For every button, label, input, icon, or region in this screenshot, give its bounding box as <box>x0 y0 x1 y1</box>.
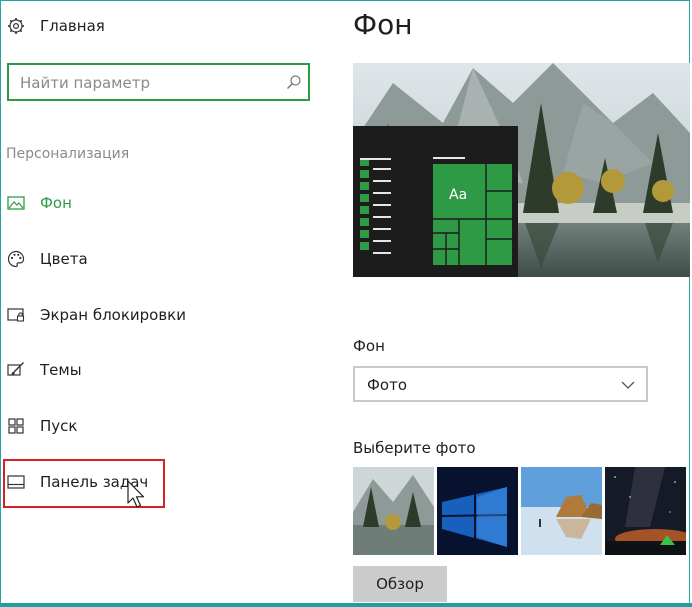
sidebar-item-colors[interactable]: Цвета <box>6 246 88 272</box>
gear-icon <box>6 16 26 36</box>
main-content: Фон Aa Фон Фото Выберите фото Обзор <box>353 0 692 607</box>
sidebar-item-label: Фон <box>40 194 72 212</box>
chevron-down-icon <box>620 377 636 396</box>
background-label: Фон <box>353 337 385 355</box>
picture-icon <box>6 193 26 213</box>
sidebar: Главная Персонализация Фон <box>0 0 330 607</box>
window-bottom-border <box>0 603 692 607</box>
start-grid-icon <box>6 416 26 436</box>
choose-photo-label: Выберите фото <box>353 439 476 457</box>
search-icon[interactable] <box>286 74 302 90</box>
browse-button[interactable]: Обзор <box>353 566 447 602</box>
sidebar-item-lock-screen[interactable]: Экран блокировки <box>6 302 186 328</box>
photo-thumbnail[interactable] <box>521 467 602 555</box>
photo-thumbnail[interactable] <box>605 467 686 555</box>
sidebar-item-label: Цвета <box>40 250 88 268</box>
preview-tile-label: Aa <box>449 187 467 203</box>
brush-icon <box>6 360 26 380</box>
section-title: Персонализация <box>6 146 130 162</box>
page-title: Фон <box>353 8 413 41</box>
home-link[interactable]: Главная <box>6 14 105 38</box>
dropdown-value: Фото <box>367 376 408 394</box>
sidebar-item-start[interactable]: Пуск <box>6 413 77 439</box>
background-preview: Aa <box>353 63 690 277</box>
photo-thumbnail[interactable] <box>353 467 434 555</box>
background-type-dropdown[interactable]: Фото <box>353 366 648 402</box>
photo-thumbnails <box>353 467 686 555</box>
photo-thumbnail[interactable] <box>437 467 518 555</box>
sidebar-item-label: Экран блокировки <box>40 306 186 324</box>
mouse-pointer-icon <box>126 480 148 514</box>
home-label: Главная <box>40 17 105 35</box>
search-input[interactable] <box>18 72 282 94</box>
sidebar-item-themes[interactable]: Темы <box>6 357 82 383</box>
sidebar-item-label: Темы <box>40 361 82 379</box>
search-box[interactable] <box>7 63 310 101</box>
lock-screen-icon <box>6 305 26 325</box>
sidebar-item-background[interactable]: Фон <box>6 190 72 216</box>
sidebar-item-label: Пуск <box>40 417 78 435</box>
palette-icon <box>6 249 26 269</box>
